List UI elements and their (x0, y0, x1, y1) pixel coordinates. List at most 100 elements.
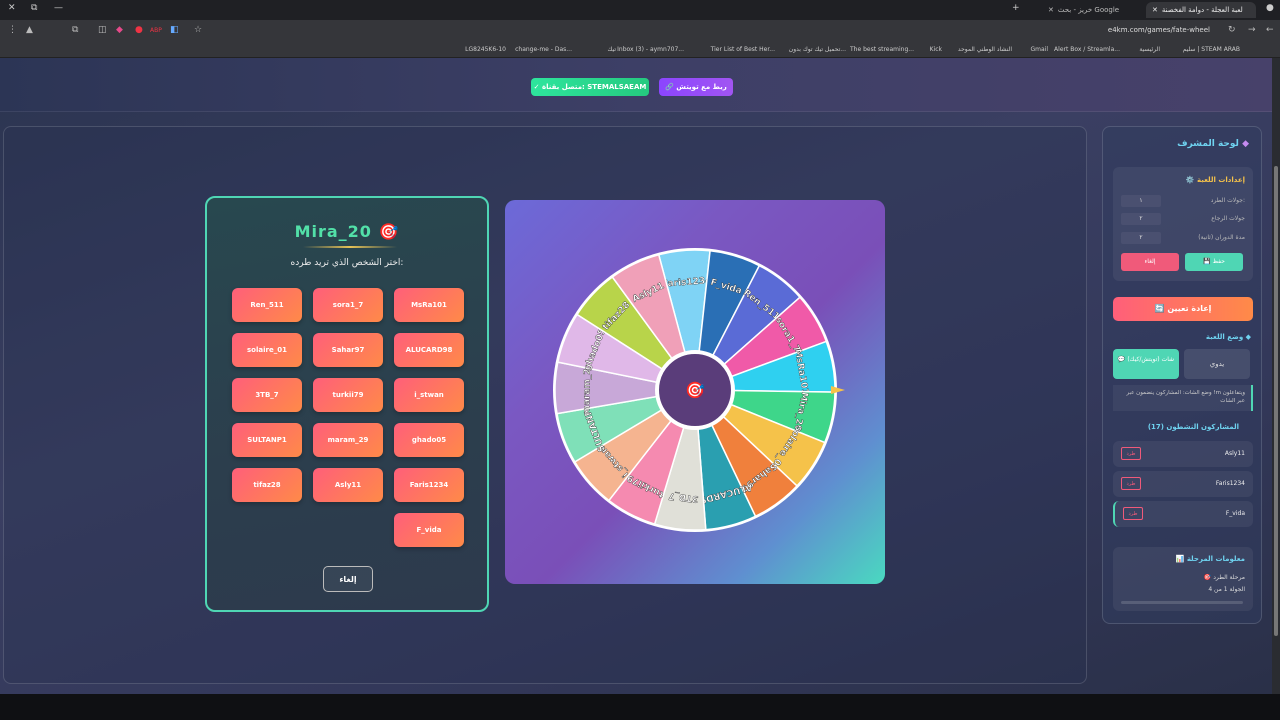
extension-icon[interactable]: ABP (150, 27, 162, 34)
url-text[interactable]: e4km.com/games/fate-wheel (1108, 26, 1210, 34)
extension-icon[interactable]: ● (135, 25, 143, 35)
bookmark[interactable]: سليم | STEAM ARAB (1183, 46, 1240, 53)
tab-fate-wheel[interactable]: ✕ لعبة العجلة - دوامة الفخصنة (1146, 2, 1256, 18)
reload-icon[interactable]: ↻ (1228, 25, 1236, 35)
current-player-name: Mira_20 (294, 222, 372, 241)
player-button[interactable]: Asly11 (313, 468, 383, 502)
extension-icon[interactable]: ◆ (116, 25, 123, 35)
extension-icon[interactable]: ▲ (26, 25, 33, 35)
chat-mode-button[interactable]: 💬 شات (تويتش/كيك) (1113, 349, 1179, 379)
top-header: ✓ متصل بقناة: STEMALSAEAM 🔗 ربط مع تويتش (0, 58, 1272, 112)
kick-participant-button[interactable]: طرد (1123, 507, 1143, 520)
player-button[interactable]: solaire_01 (232, 333, 302, 367)
extension-icon[interactable]: ◧ (170, 25, 179, 35)
profile-icon[interactable]: ● (1266, 3, 1274, 13)
bookmark[interactable]: تحميل تيك توك بدون... (789, 46, 846, 53)
return-rounds-input[interactable]: ٢ (1121, 213, 1161, 225)
kick-participant-button[interactable]: طرد (1121, 477, 1141, 490)
bottom-strip (0, 694, 1280, 720)
player-button[interactable]: i_stwan (394, 378, 464, 412)
browser-tab-bar: ✕ ⧉ — + ✕ خريز - بحث Google ✕ لعبة العجل… (0, 0, 1280, 20)
player-button[interactable]: 3TB_7 (232, 378, 302, 412)
admin-sidebar: لوحة المشرف ◆ ⚙️ إعدادات اللعبة جولات ال… (1102, 126, 1262, 624)
menu-icon[interactable]: ⋮ (8, 25, 17, 35)
extension-icon[interactable]: ◫ (98, 25, 107, 35)
tab-title: خريز - بحث Google (1057, 6, 1120, 14)
participant-row: Asly11 طرد (1113, 441, 1253, 467)
field-label: مدة الدوران (ثانية) (1198, 234, 1245, 241)
save-settings-button[interactable]: 💾 حفظ (1185, 253, 1243, 271)
tab-close-icon[interactable]: ✕ (1048, 6, 1054, 14)
target-icon: 🎯 (685, 381, 705, 400)
player-button[interactable]: Faris1234 (394, 468, 464, 502)
player-button[interactable]: SULTANP1 (232, 423, 302, 457)
address-bar: ⋮ ▲ ⧉ ◫ ◆ ● ABP ◧ ☆ e4km.com/games/fate-… (0, 20, 1280, 42)
bookmark[interactable]: The best streaming... (850, 46, 914, 53)
star-icon[interactable]: ☆ (194, 25, 202, 35)
player-button[interactable]: maram_29 (313, 423, 383, 457)
current-player-title: Mira_20 🎯 (207, 222, 487, 241)
elimination-rounds-input[interactable]: ١ (1121, 195, 1161, 207)
tab-close-icon[interactable]: ✕ (1152, 6, 1158, 14)
cancel-elimination-button[interactable]: إلغاء (323, 566, 373, 592)
minimize-window-icon[interactable]: — (54, 3, 63, 13)
fate-wheel[interactable]: Faris1234F_vidaRen_511sora1_7MsRa101Mira… (505, 200, 885, 584)
close-window-icon[interactable]: ✕ (8, 3, 16, 13)
admin-panel-title: لوحة المشرف ◆ (1177, 139, 1249, 149)
game-mode-title: وضع اللعبة ◆ (1205, 333, 1251, 341)
stage-phase: 🎯 مرحلة الطرد (1203, 574, 1245, 581)
extension-icon[interactable]: ⧉ (72, 25, 78, 35)
mode-note: وضع الشات: المشاركون ينضمون عبر !m ويتفا… (1113, 385, 1253, 411)
bookmark[interactable]: change-me - Das... (515, 46, 572, 53)
participant-name: Asly11 (1224, 450, 1245, 457)
bookmark[interactable]: Kick (930, 46, 942, 53)
restore-window-icon[interactable]: ⧉ (31, 3, 37, 13)
bookmark[interactable]: Alert Box / Streamla... (1054, 46, 1120, 53)
manual-mode-button[interactable]: يدوي (1184, 349, 1250, 379)
bookmark[interactable]: Gmail (1030, 46, 1048, 53)
player-button[interactable]: turkii79 (313, 378, 383, 412)
bookmark[interactable]: الرئيسية (1139, 46, 1160, 53)
player-button[interactable]: tifaz28 (232, 468, 302, 502)
participant-name: Faris1234 (1215, 480, 1245, 487)
bookmarks-bar: سليم | STEAM ARAB الرئيسية Alert Box / S… (0, 42, 1280, 58)
bookmark[interactable]: النشاد الوطني الموحد (958, 46, 1012, 53)
round-progress-bar (1121, 601, 1243, 604)
bookmark[interactable]: LG8245K6-10 (465, 46, 506, 53)
kick-participant-button[interactable]: طرد (1121, 447, 1141, 460)
title-underline (303, 246, 397, 248)
tab-google-search[interactable]: ✕ خريز - بحث Google (1042, 2, 1142, 18)
player-button[interactable]: Sahar97 (313, 333, 383, 367)
wheel-pointer (831, 386, 845, 394)
cancel-settings-button[interactable]: إلغاء (1121, 253, 1179, 271)
spin-duration-input[interactable]: ٢ (1121, 232, 1161, 244)
field-label: جولات الرجاع (1211, 215, 1245, 222)
scrollbar-thumb[interactable] (1274, 166, 1278, 636)
page-scrollbar[interactable] (1272, 58, 1280, 694)
elimination-panel: Mira_20 🎯 اختر الشخص الذي تريد طرده: MsR… (205, 196, 489, 612)
stage-round: الجولة 1 من 4 (1208, 586, 1245, 593)
wheel-panel: Faris1234 F_vida Ren_511 sora1_7 MsRa101 Mira… (505, 200, 885, 584)
reset-button[interactable]: 🔄 إعادة تعيين (1113, 297, 1253, 321)
participants-title: المشاركون النشطون (17) (1147, 423, 1239, 431)
back-icon[interactable]: ← (1266, 25, 1274, 35)
bookmark[interactable]: Inbox (3) - aymn707... (617, 46, 684, 53)
settings-card: ⚙️ إعدادات اللعبة جولات الطرد: ١ جولات ا… (1113, 167, 1253, 281)
forward-icon[interactable]: → (1248, 25, 1256, 35)
bookmark[interactable]: تيك (607, 46, 616, 53)
player-button[interactable]: ALUCARD98 (394, 333, 464, 367)
link-twitch-button[interactable]: 🔗 ربط مع تويتش (659, 78, 733, 96)
player-button[interactable]: Ren_511 (232, 288, 302, 322)
player-button[interactable]: ghado05 (394, 423, 464, 457)
new-tab-icon[interactable]: + (1012, 3, 1020, 13)
player-button[interactable]: MsRa101 (394, 288, 464, 322)
player-button[interactable]: F_vida (394, 513, 464, 547)
participant-name: F_vida (1225, 510, 1245, 517)
target-icon: 🎯 (378, 222, 400, 241)
bookmark[interactable]: Tier List of Best Her... (711, 46, 775, 53)
participant-row: Faris1234 طرد (1113, 471, 1253, 497)
connected-channel-button[interactable]: ✓ متصل بقناة: STEMALSAEAM (531, 78, 649, 96)
page-content: ✓ متصل بقناة: STEMALSAEAM 🔗 ربط مع تويتش… (0, 58, 1272, 694)
player-button[interactable]: sora1_7 (313, 288, 383, 322)
field-label: جولات الطرد: (1210, 197, 1245, 204)
